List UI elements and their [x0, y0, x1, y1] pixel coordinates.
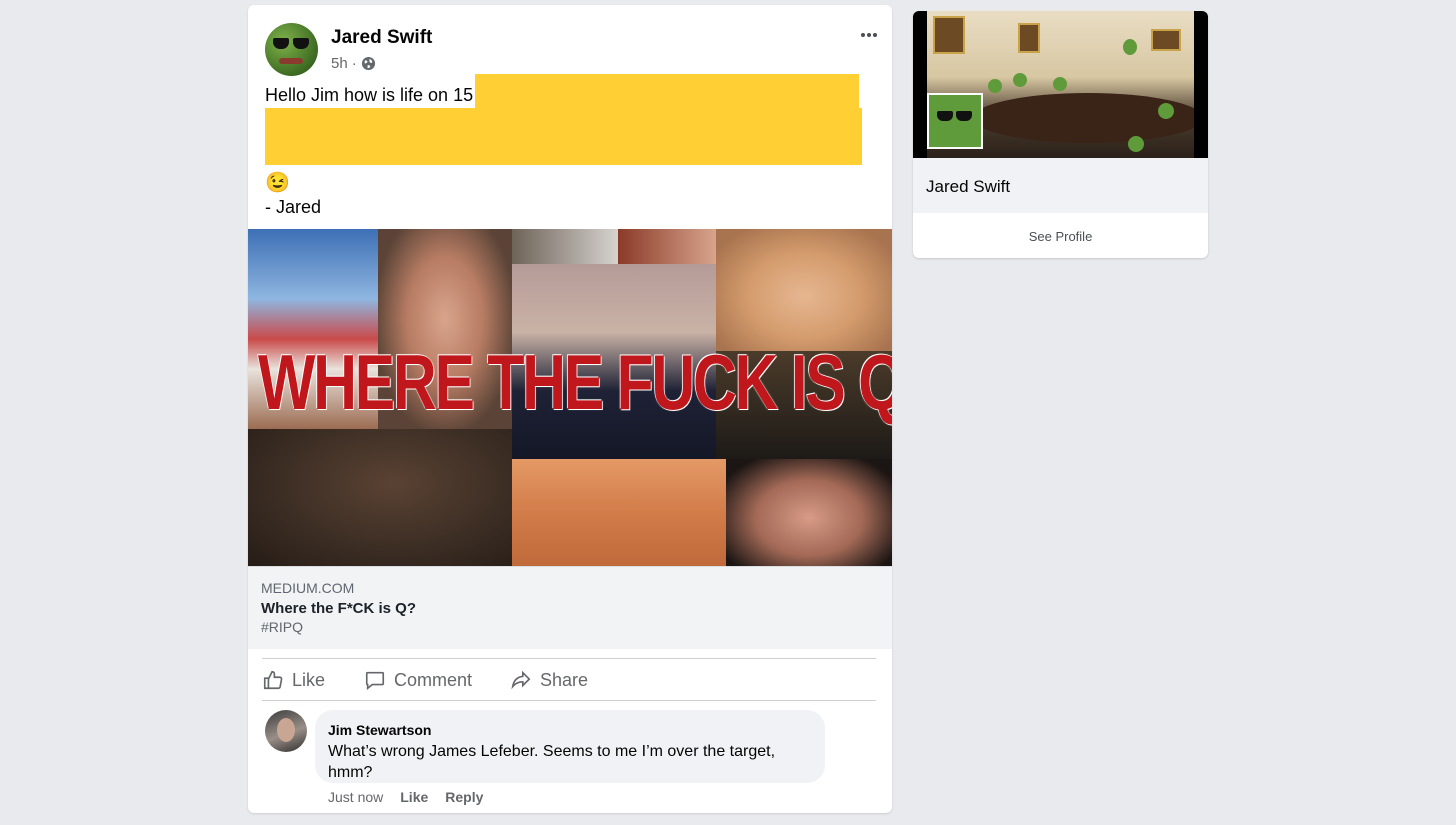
see-profile-button[interactable]: See Profile: [913, 214, 1208, 258]
collage-tile-eyes: [512, 459, 726, 566]
author-avatar[interactable]: [265, 23, 318, 76]
commenter-avatar[interactable]: [265, 710, 307, 752]
cover-figure: [988, 79, 1002, 93]
cover-figure: [1128, 136, 1144, 152]
cover-painting: [1151, 29, 1181, 51]
link-domain: MEDIUM.COM: [261, 580, 355, 596]
divider: [262, 700, 876, 701]
cover-painting: [933, 16, 965, 54]
comment-button[interactable]: Comment: [364, 667, 472, 693]
collage-tile-blonde: [716, 229, 892, 351]
post-card: Jared Swift 5h · Hello Jim how is life o…: [248, 5, 892, 813]
link-preview-image[interactable]: WHERE THE FUCK IS Q?: [248, 229, 892, 566]
cover-figure: [1013, 73, 1027, 87]
comment-author[interactable]: Jim Stewartson: [328, 722, 431, 738]
cover-border: [1194, 11, 1208, 158]
collage-tile-top-small-2: [618, 229, 716, 264]
more-options-icon[interactable]: [856, 25, 882, 45]
comment-label: Comment: [394, 669, 473, 690]
redaction-block: [265, 108, 862, 165]
share-label: Share: [540, 669, 589, 690]
profile-card: Jared Swift See Profile: [913, 11, 1208, 258]
collage-tile-young-man: [726, 459, 892, 566]
comment-text: What’s wrong James Lefeber. Seems to me …: [328, 743, 776, 781]
link-title: Where the F*CK is Q?: [261, 600, 417, 617]
cover-photo[interactable]: [913, 11, 1208, 158]
comment-like-link[interactable]: Like: [400, 789, 428, 805]
wink-emoji: 😉: [265, 172, 290, 194]
post-timestamp[interactable]: 5h: [331, 55, 348, 72]
share-button[interactable]: Share: [510, 667, 588, 693]
profile-name[interactable]: Jared Swift: [926, 177, 1010, 197]
collage-tile-shadow-face: [248, 429, 512, 566]
author-name[interactable]: Jared Swift: [331, 27, 432, 49]
cover-painting: [1018, 23, 1040, 53]
cover-figure: [1123, 39, 1137, 55]
image-headline-text: WHERE THE FUCK IS Q?: [258, 338, 892, 426]
like-label: Like: [292, 669, 326, 690]
profile-avatar[interactable]: [927, 93, 983, 149]
redaction-block: [475, 74, 859, 109]
link-preview-info[interactable]: MEDIUM.COM Where the F*CK is Q? #RIPQ: [248, 566, 892, 649]
comment-reply-link[interactable]: Reply: [445, 789, 483, 805]
like-button[interactable]: Like: [262, 667, 325, 693]
collage-tile-top-small-1: [512, 229, 618, 264]
cover-border: [913, 11, 927, 158]
share-arrow-icon: [511, 670, 531, 690]
meta-separator: ·: [351, 55, 357, 72]
divider: [262, 658, 876, 659]
comment-bubble-icon: [365, 671, 385, 690]
post-signature: - Jared: [265, 197, 322, 217]
comment-actions: Just now Like Reply: [328, 789, 483, 805]
cover-figure: [1158, 103, 1174, 119]
link-description: #RIPQ: [261, 619, 304, 635]
thumbs-up-icon: [263, 670, 283, 690]
avatar-mouth: [279, 58, 303, 64]
sunglasses-icon: [273, 38, 311, 49]
comment-bubble: Jim Stewartson What’s wrong James Lefebe…: [315, 710, 825, 783]
comment-timestamp[interactable]: Just now: [328, 789, 383, 805]
globe-icon: [361, 56, 375, 71]
post-meta: 5h ·: [331, 55, 376, 72]
cover-figure: [1053, 77, 1067, 91]
